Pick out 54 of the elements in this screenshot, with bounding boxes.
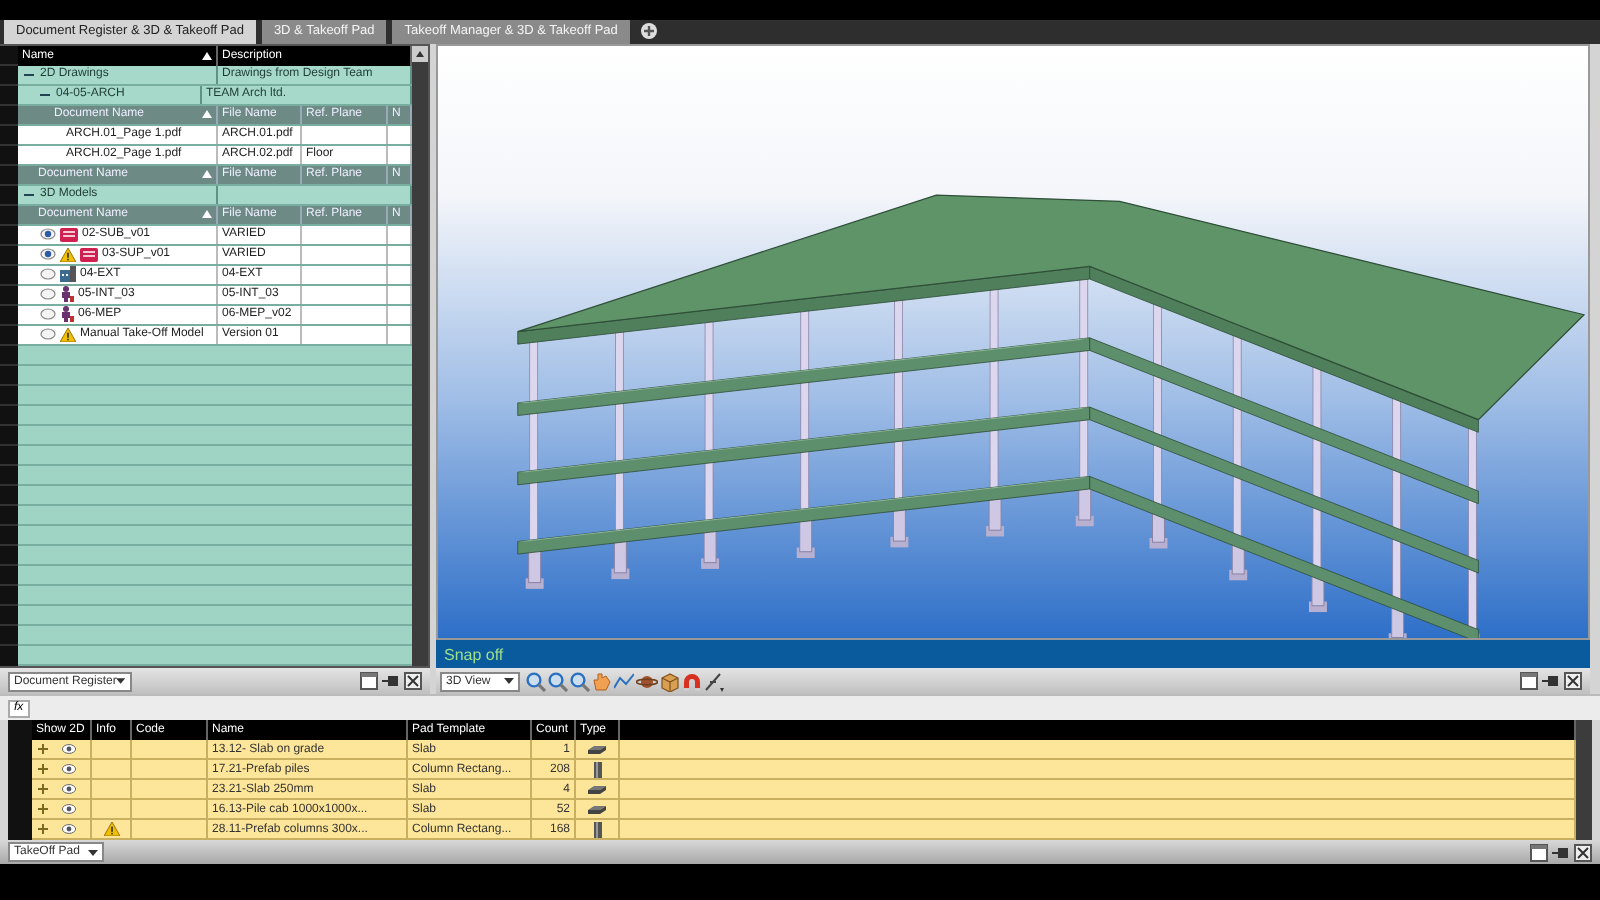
visibility-radio[interactable] [40,288,56,301]
close-icon[interactable] [1564,672,1582,690]
expand-icon[interactable] [38,784,48,794]
add-tab-icon[interactable] [639,22,658,41]
hand-icon[interactable] [592,671,612,691]
visibility-radio[interactable] [40,248,56,261]
magnet-icon[interactable] [682,671,702,691]
zoom-in-icon[interactable] [526,671,546,691]
visibility-radio[interactable] [40,328,56,341]
visibility-radio[interactable] [40,308,56,321]
collapse-icon[interactable] [24,69,34,80]
expand-icon[interactable] [38,764,48,774]
expand-icon[interactable] [38,804,48,814]
box-icon[interactable] [660,671,680,691]
expand-icon[interactable] [38,824,48,834]
snap-status: Snap off [444,645,504,663]
pin-icon[interactable] [382,672,400,690]
caret-icon [116,678,126,684]
figure-icon [60,306,74,323]
eye-icon[interactable] [62,764,76,774]
scrollbar[interactable] [412,45,428,666]
visibility-radio[interactable] [40,268,56,281]
sort-arrow-icon[interactable] [202,51,212,60]
scrollbar[interactable] [1576,720,1592,840]
figure-icon [60,286,74,303]
restore-icon[interactable] [360,672,378,690]
column-icon [593,821,601,837]
pin-icon[interactable] [1542,672,1560,690]
column-icon [593,761,601,777]
restore-icon[interactable] [1530,843,1548,861]
polyline-icon[interactable] [614,671,634,691]
collapse-icon[interactable] [40,89,50,100]
slab-icon [588,745,606,753]
planet-icon[interactable] [636,671,658,691]
expand-icon[interactable] [38,744,48,754]
eye-icon[interactable] [62,744,76,754]
slab-icon [588,785,606,793]
visibility-radio[interactable] [40,228,56,241]
measure-icon[interactable] [704,671,724,691]
eye-icon[interactable] [62,804,76,814]
row-selector-column [8,720,32,840]
caret-icon [88,849,98,855]
close-icon[interactable] [1574,843,1592,861]
close-icon[interactable] [404,672,422,690]
pin-icon[interactable] [1552,843,1570,861]
collapse-icon[interactable] [24,189,34,200]
eye-icon[interactable] [62,824,76,834]
caret-icon [504,678,514,684]
scroll-up-icon[interactable] [412,45,428,62]
zoom-out-icon[interactable] [548,671,568,691]
slab-icon [588,805,606,813]
zoom-fit-icon[interactable] [570,671,590,691]
eye-icon[interactable] [62,784,76,794]
restore-icon[interactable] [1520,672,1538,690]
